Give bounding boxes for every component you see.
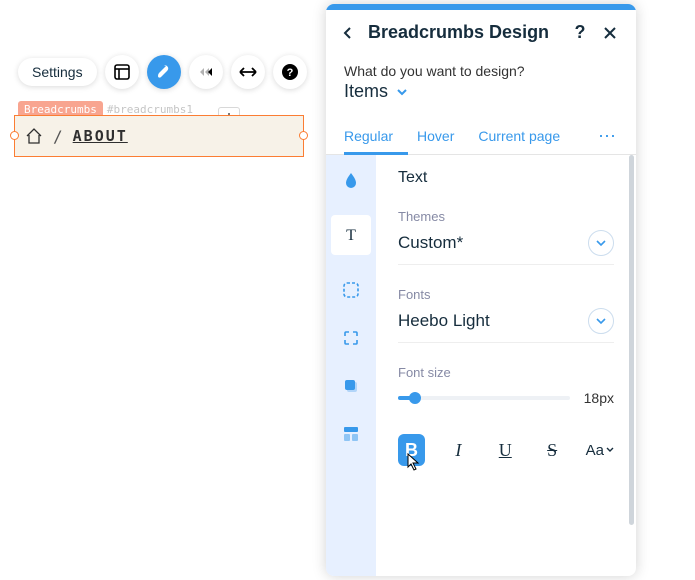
design-icon[interactable] (147, 55, 181, 89)
case-button[interactable]: Aa (586, 434, 614, 466)
corners-icon[interactable] (338, 325, 364, 351)
tab-hover[interactable]: Hover (417, 118, 454, 154)
chevron-down-icon (588, 230, 614, 256)
fonts-dropdown[interactable]: Heebo Light (398, 308, 614, 334)
state-tabs: Regular Hover Current page ⋯ (326, 118, 636, 155)
breadcrumb-component[interactable]: / ABOUT (14, 115, 304, 157)
shadow-icon[interactable] (338, 373, 364, 399)
breadcrumb-current-page[interactable]: ABOUT (73, 127, 128, 145)
scrollbar[interactable] (629, 155, 634, 525)
breadcrumb-separator: / (53, 127, 63, 146)
text-icon[interactable]: T (331, 215, 371, 255)
case-label: Aa (586, 442, 604, 459)
svg-text:?: ? (286, 67, 293, 79)
design-target-dropdown[interactable]: Items (326, 79, 636, 118)
home-icon[interactable] (25, 127, 43, 145)
panel-help-icon[interactable]: ? (570, 23, 590, 43)
text-format-row: B I U S Aa (398, 434, 614, 466)
strikethrough-button[interactable]: S (539, 434, 566, 466)
design-content: Text Themes Custom* Fonts Heebo Light Fo… (376, 155, 636, 576)
bold-button[interactable]: B (398, 434, 425, 466)
fonts-value: Heebo Light (398, 311, 490, 331)
stretch-icon[interactable] (231, 55, 265, 89)
design-panel: Breadcrumbs Design ? What do you want to… (326, 4, 636, 576)
component-toolbar: Settings ? (18, 55, 307, 89)
tab-regular[interactable]: Regular (344, 118, 393, 154)
svg-text:T: T (346, 227, 356, 244)
design-category-rail: T (326, 155, 376, 576)
design-prompt: What do you want to design? (326, 55, 636, 79)
animation-icon[interactable] (189, 55, 223, 89)
tab-current-page[interactable]: Current page (478, 118, 560, 154)
tabs-more-icon[interactable]: ⋯ (598, 126, 618, 147)
divider (398, 264, 614, 265)
resize-handle-left[interactable] (10, 131, 19, 140)
design-target-value: Items (344, 81, 388, 102)
layout-icon[interactable] (105, 55, 139, 89)
fonts-label: Fonts (398, 287, 614, 302)
underline-button[interactable]: U (492, 434, 519, 466)
themes-value: Custom* (398, 233, 463, 253)
chevron-down-icon (396, 88, 408, 96)
resize-handle-right[interactable] (299, 131, 308, 140)
panel-title: Breadcrumbs Design (368, 22, 560, 43)
themes-dropdown[interactable]: Custom* (398, 230, 614, 256)
section-title-text: Text (398, 169, 614, 187)
fontsize-label: Font size (398, 365, 614, 380)
chevron-down-icon (588, 308, 614, 334)
themes-label: Themes (398, 209, 614, 224)
settings-button[interactable]: Settings (18, 58, 97, 86)
slider-thumb[interactable] (409, 392, 421, 404)
fontsize-slider[interactable] (398, 396, 570, 400)
back-icon[interactable] (338, 23, 358, 43)
help-icon[interactable]: ? (273, 55, 307, 89)
divider (398, 342, 614, 343)
fontsize-value: 18px (584, 390, 614, 406)
cursor-icon (407, 453, 425, 473)
fill-icon[interactable] (338, 167, 364, 193)
close-icon[interactable] (600, 23, 620, 43)
chevron-down-icon (606, 447, 614, 453)
border-dashed-icon[interactable] (338, 277, 364, 303)
italic-button[interactable]: I (445, 434, 472, 466)
spacing-icon[interactable] (338, 421, 364, 447)
